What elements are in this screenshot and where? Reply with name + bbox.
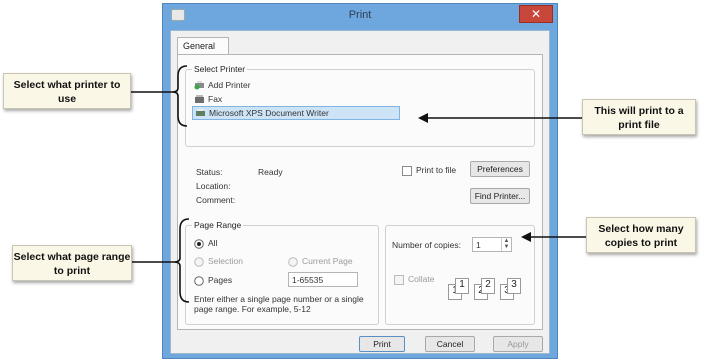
page-icon: 2 bbox=[481, 278, 495, 294]
printer-label: Microsoft XPS Document Writer bbox=[209, 108, 329, 118]
close-button[interactable]: ✕ bbox=[519, 5, 553, 23]
radio-disabled-icon bbox=[194, 257, 204, 267]
location-label: Location: bbox=[196, 181, 231, 191]
close-icon: ✕ bbox=[530, 7, 542, 21]
dialog-client: General Select Printer Add Printer Fax M… bbox=[170, 30, 550, 354]
radio-disabled-icon bbox=[288, 257, 298, 267]
range-selection-radio: Selection bbox=[194, 256, 264, 268]
range-all-label: All bbox=[208, 238, 218, 248]
callout-select-printer: Select what printer to use bbox=[3, 73, 131, 109]
print-button[interactable]: Print bbox=[359, 336, 405, 352]
page-icon: 1 bbox=[455, 278, 469, 294]
range-current-page-label: Current Page bbox=[302, 256, 353, 266]
pages-input[interactable]: 1-65535 bbox=[288, 272, 358, 287]
printer-label: Add Printer bbox=[208, 80, 251, 90]
page-range-group: Page Range All Selection Current Page Pa… bbox=[185, 220, 379, 325]
callout-print-file: This will print to a print file bbox=[582, 99, 696, 135]
copies-value: 1 bbox=[476, 240, 481, 250]
radio-icon bbox=[194, 276, 204, 286]
radio-selected-icon bbox=[194, 239, 204, 249]
collate-illustration: 1 1 2 2 3 3 bbox=[448, 276, 528, 302]
copies-spinner[interactable]: 1 ▲ ▼ bbox=[472, 237, 512, 252]
printer-item-add[interactable]: Add Printer bbox=[194, 80, 394, 92]
printer-item-xps[interactable]: Microsoft XPS Document Writer bbox=[192, 106, 400, 120]
print-to-file-checkbox[interactable]: Print to file bbox=[402, 165, 466, 177]
range-pages-label: Pages bbox=[208, 275, 233, 285]
find-printer-button[interactable]: Find Printer... bbox=[470, 188, 530, 204]
add-printer-icon bbox=[194, 81, 204, 90]
status-value: Ready bbox=[258, 167, 283, 177]
range-all-radio[interactable]: All bbox=[194, 238, 244, 250]
apply-button: Apply bbox=[493, 336, 543, 352]
title-bar[interactable]: Print ✕ bbox=[163, 4, 557, 28]
printer-icon bbox=[196, 109, 205, 116]
general-panel: Select Printer Add Printer Fax Microsoft… bbox=[177, 54, 543, 330]
select-printer-group: Select Printer Add Printer Fax Microsoft… bbox=[185, 64, 535, 147]
select-printer-title: Select Printer bbox=[192, 64, 248, 74]
range-selection-label: Selection bbox=[208, 256, 243, 266]
callout-copies: Select how many copies to print bbox=[586, 217, 696, 253]
collate-label: Collate bbox=[408, 274, 435, 284]
range-pages-radio[interactable]: Pages bbox=[194, 275, 254, 287]
spinner-arrows-icon[interactable]: ▲ ▼ bbox=[501, 238, 511, 251]
status-label: Status: bbox=[196, 167, 223, 177]
collate-box bbox=[394, 275, 404, 285]
collate-checkbox: Collate bbox=[394, 274, 454, 286]
printer-item-fax[interactable]: Fax bbox=[194, 94, 394, 106]
preferences-button[interactable]: Preferences bbox=[470, 161, 530, 177]
callout-page-range: Select what page range to print bbox=[12, 245, 132, 281]
checkbox-box[interactable] bbox=[402, 166, 412, 176]
window-title: Print bbox=[348, 9, 372, 21]
page-icon: 3 bbox=[507, 278, 521, 294]
cancel-button[interactable]: Cancel bbox=[425, 336, 475, 352]
print-dialog: Print ✕ General Select Printer Add Print… bbox=[162, 3, 558, 359]
tab-general[interactable]: General bbox=[177, 37, 229, 55]
comment-label: Comment: bbox=[196, 195, 236, 205]
print-to-file-label: Print to file bbox=[416, 165, 457, 175]
number-of-copies-label: Number of copies: bbox=[392, 240, 461, 250]
range-current-page-radio: Current Page bbox=[288, 256, 368, 268]
printer-label: Fax bbox=[208, 94, 223, 104]
page-range-title: Page Range bbox=[192, 220, 244, 230]
fax-icon bbox=[195, 95, 204, 103]
page-range-hint: Enter either a single page number or a s… bbox=[194, 294, 364, 314]
copies-group: Number of copies: 1 ▲▼ Collate 1 1 2 2 3… bbox=[385, 225, 535, 325]
